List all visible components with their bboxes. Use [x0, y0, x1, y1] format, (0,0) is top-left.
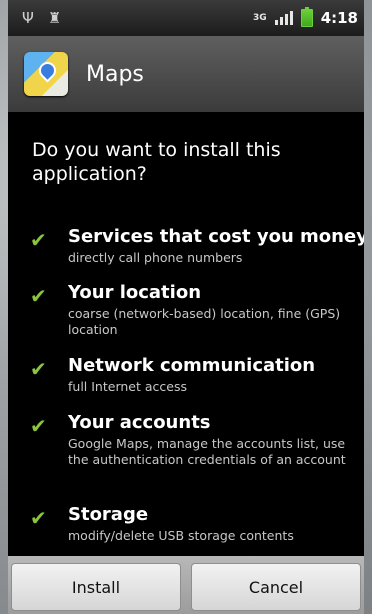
permission-description: modify/delete USB storage contents [68, 528, 294, 543]
permissions-content[interactable]: Do you want to install this application?… [8, 112, 364, 556]
permission-name: Your accounts [68, 412, 211, 433]
check-icon: ✔ [30, 357, 47, 381]
battery-icon [300, 7, 313, 27]
signal-icon [274, 11, 293, 25]
title-bar: Maps [8, 36, 364, 113]
check-icon: ✔ [30, 284, 47, 308]
network-type-label: 3G [253, 12, 267, 23]
network-type-icon: 3G [253, 12, 267, 23]
permission-name: Storage [68, 504, 149, 525]
permission-description: Google Maps, manage the accounts list, u… [68, 436, 346, 467]
android-icon: ♜ [47, 9, 62, 27]
install-button[interactable]: Install [11, 563, 181, 611]
maps-app-icon [24, 52, 68, 96]
permission-description: directly call phone numbers [68, 250, 243, 265]
app-title: Maps [86, 61, 144, 87]
clock: 4:18 [320, 9, 358, 27]
usb-icon: Ψ [22, 9, 34, 27]
permission-description: coarse (network-based) location, fine (G… [68, 306, 341, 337]
permission-description: full Internet access [68, 379, 187, 394]
cancel-button[interactable]: Cancel [191, 563, 361, 611]
install-question: Do you want to install this application? [32, 139, 281, 185]
check-icon: ✔ [30, 506, 47, 530]
phone-screen: Ψ ♜ 3G 4:18 Maps Do you want to install … [8, 0, 364, 614]
check-icon: ✔ [30, 414, 47, 438]
status-bar: Ψ ♜ 3G 4:18 [8, 0, 364, 36]
button-bar: Install Cancel [8, 556, 364, 614]
permission-name: Services that cost you money [68, 226, 364, 247]
permission-name: Your location [68, 282, 202, 303]
permission-name: Network communication [68, 355, 316, 376]
check-icon: ✔ [30, 228, 47, 252]
